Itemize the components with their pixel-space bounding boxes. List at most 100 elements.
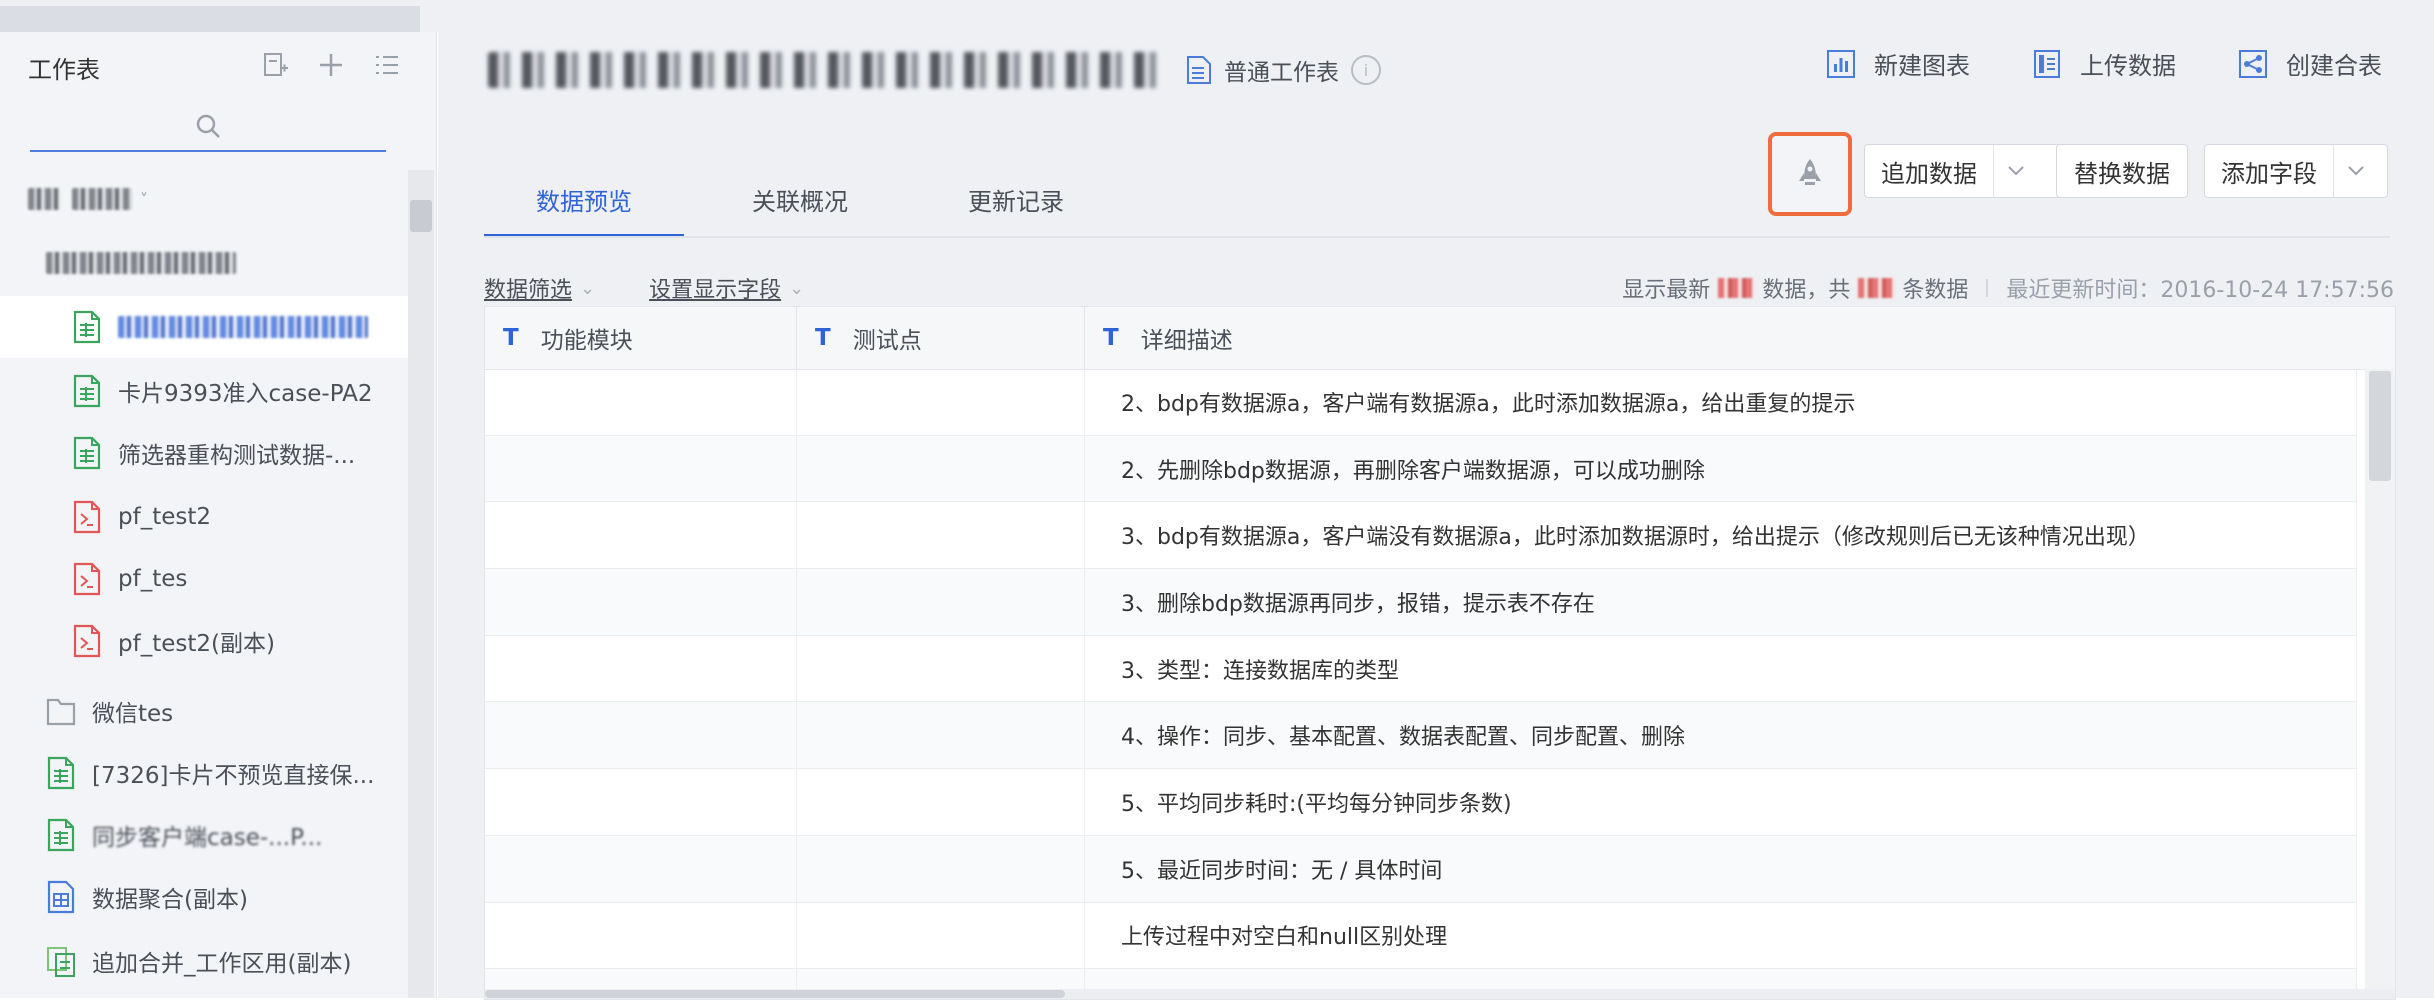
chevron-down-icon[interactable]: ⌄: [789, 278, 804, 299]
cell-module: [485, 502, 797, 569]
table-body: 2、bdp有数据源a，客户端有数据源a，此时添加数据源a，给出重复的提示 2、先删…: [485, 369, 2357, 999]
plus-icon[interactable]: [316, 50, 346, 80]
sidebar-item-label: 卡片9393准入case-PA2: [118, 381, 373, 407]
cell-module: [485, 369, 797, 435]
cell-description: 2、先删除bdp数据源，再删除客户端数据源，可以成功删除: [1085, 435, 2357, 502]
blurred-icon: [28, 188, 60, 210]
add-field-label: 添加字段: [2221, 159, 2317, 188]
sidebar-item[interactable]: [7326]卡片不预览直接保...: [0, 742, 408, 804]
cell-module: [485, 435, 797, 502]
cell-test-point: [797, 369, 1085, 435]
chevron-down-icon[interactable]: ⌄: [580, 278, 595, 299]
sheet-green-icon: [47, 756, 75, 790]
sidebar-search-input[interactable]: [30, 102, 386, 152]
tab-data-preview[interactable]: 数据预览: [484, 142, 684, 238]
main-panel: 普通工作表 i 新建图表 上传数据 创建合表 数据预览 关联概况 更新记录 追加…: [438, 32, 2434, 1000]
table-header: T 功能模块 T 测试点 T 详细描述: [485, 307, 2395, 370]
replace-data-button[interactable]: 替换数据: [2056, 144, 2188, 198]
sidebar-item[interactable]: pf_test2: [0, 486, 408, 548]
sidebar-item-label: 同步客户端case-...P...: [92, 825, 323, 851]
cell-module: [485, 635, 797, 702]
sidebar-item-label: 筛选器重构测试数据-...: [118, 443, 356, 469]
sheet-green-icon: [47, 818, 75, 852]
column-label: 详细描述: [1140, 328, 1233, 354]
sidebar-item[interactable]: pf_test2(副本): [0, 610, 408, 672]
chevron-down-icon: [2333, 145, 2378, 197]
info-icon[interactable]: i: [1351, 55, 1381, 85]
data-table: T 功能模块 T 测试点 T 详细描述 2、bdp有数据源a，客户端有数据源a，此时添…: [484, 306, 2396, 1000]
table-row[interactable]: 3、删除bdp数据源再同步，报错，提示表不存在: [485, 569, 2357, 636]
cell-test-point: [797, 569, 1085, 635]
folder-icon: [46, 698, 76, 726]
sidebar-item[interactable]: 卡片9393准入case-PA2: [0, 360, 408, 422]
sheet-item-selected[interactable]: [0, 296, 408, 358]
sidebar-item[interactable]: 同步客户端case-...P...: [0, 804, 408, 866]
cell-description: 5、最近同步时间：无 / 具体时间: [1085, 835, 2357, 902]
cell-description: 3、删除bdp数据源再同步，报错，提示表不存在: [1085, 569, 2357, 635]
sidebar-tools: [260, 50, 402, 80]
column-header[interactable]: T 详细描述: [1085, 307, 2395, 369]
create-merge-button[interactable]: 创建合表: [2238, 46, 2382, 81]
sidebar-item[interactable]: 微信tes: [0, 680, 408, 742]
browser-tab[interactable]: [0, 6, 420, 32]
sidebar: 工作表 ˅ 卡片9393准入case-PA2 筛选器重构测试数据-... pf_te…: [0, 32, 437, 998]
cell-module: [485, 902, 797, 969]
column-label: 测试点: [852, 328, 922, 354]
append-data-label: 追加数据: [1881, 159, 1977, 188]
accelerate-button[interactable]: [1768, 132, 1852, 216]
sheet-green-icon: [73, 436, 101, 470]
blurred-label: [118, 316, 368, 338]
display-fields-link[interactable]: 设置显示字段: [649, 272, 781, 304]
sidebar-item[interactable]: 数据聚合(副本): [0, 866, 408, 928]
tab-relations[interactable]: 关联概况: [700, 142, 900, 238]
sheet-green-icon: [73, 374, 101, 408]
info-prefix: 显示最新: [1622, 278, 1711, 303]
new-worksheet-icon[interactable]: [260, 50, 290, 80]
append-data-dropdown[interactable]: 追加数据: [1864, 144, 2070, 198]
sidebar-item[interactable]: 筛选器重构测试数据-...: [0, 422, 408, 484]
table-vertical-scrollbar[interactable]: [2365, 369, 2395, 999]
divider: [1986, 279, 1989, 297]
sheet-blue-icon: [1187, 56, 1211, 84]
table-row[interactable]: 2、先删除bdp数据源，再删除客户端数据源，可以成功删除: [485, 435, 2357, 503]
tab-update-log[interactable]: 更新记录: [916, 142, 1116, 238]
folder-item-blurred[interactable]: ˅: [28, 168, 436, 230]
cell-test-point: [797, 902, 1085, 969]
table-row[interactable]: 3、类型：连接数据库的类型: [485, 635, 2357, 703]
table-row[interactable]: 3、bdp有数据源a，客户端没有数据源a，此时添加数据源时，给出提示（修改规则后…: [485, 502, 2357, 570]
data-filter-link[interactable]: 数据筛选: [484, 272, 572, 304]
table-row[interactable]: 5、最近同步时间：无 / 具体时间: [485, 835, 2357, 903]
column-header[interactable]: T 功能模块: [485, 307, 797, 369]
add-field-dropdown[interactable]: 添加字段: [2204, 144, 2388, 198]
table-row[interactable]: 上传过程中对空白和null区别处理: [485, 902, 2357, 970]
sidebar-item[interactable]: 追加合并_工作区用(副本): [0, 930, 408, 992]
upload-data-label: 上传数据: [2080, 52, 2176, 80]
worksheet-title-blurred: [488, 52, 1168, 88]
cell-module: [485, 835, 797, 902]
cell-test-point: [797, 635, 1085, 702]
search-icon: [196, 114, 220, 138]
cell-description: 4、操作：同步、基本配置、数据表配置、同步配置、删除: [1085, 702, 2357, 769]
sheet-green-icon: [73, 310, 101, 344]
cell-description: 3、bdp有数据源a，客户端没有数据源a，此时添加数据源时，给出提示（修改规则后…: [1085, 502, 2357, 569]
table-row[interactable]: 4、操作：同步、基本配置、数据表配置、同步配置、删除: [485, 702, 2357, 770]
sheet-red-icon: [73, 500, 101, 534]
sidebar-title: 工作表: [28, 56, 100, 84]
data-info: 显示最新 数据，共 条数据 最近更新时间：2016-10-24 17:57:56: [1622, 272, 2394, 304]
sidebar-scrollbar[interactable]: [408, 170, 434, 998]
folder-item-blurred-2[interactable]: [46, 232, 436, 294]
cell-module: [485, 769, 797, 835]
cell-test-point: [797, 502, 1085, 569]
sidebar-item[interactable]: pf_tes: [0, 548, 408, 610]
table-row[interactable]: 2、bdp有数据源a，客户端有数据源a，此时添加数据源a，给出重复的提示: [485, 369, 2357, 436]
sidebar-item-label: 微信tes: [92, 701, 174, 727]
column-header[interactable]: T 测试点: [797, 307, 1085, 369]
info-suffix: 条数据: [1902, 278, 1969, 303]
title-row: 普通工作表 i: [488, 38, 1381, 102]
blurred-total: [1858, 278, 1895, 298]
sidebar-item-label: 追加合并_工作区用(副本): [92, 951, 352, 977]
list-icon[interactable]: [372, 50, 402, 80]
upload-data-button[interactable]: 上传数据: [2032, 46, 2176, 81]
table-row[interactable]: 5、平均同步耗时:(平均每分钟同步条数): [485, 769, 2357, 836]
new-chart-button[interactable]: 新建图表: [1826, 46, 1970, 81]
